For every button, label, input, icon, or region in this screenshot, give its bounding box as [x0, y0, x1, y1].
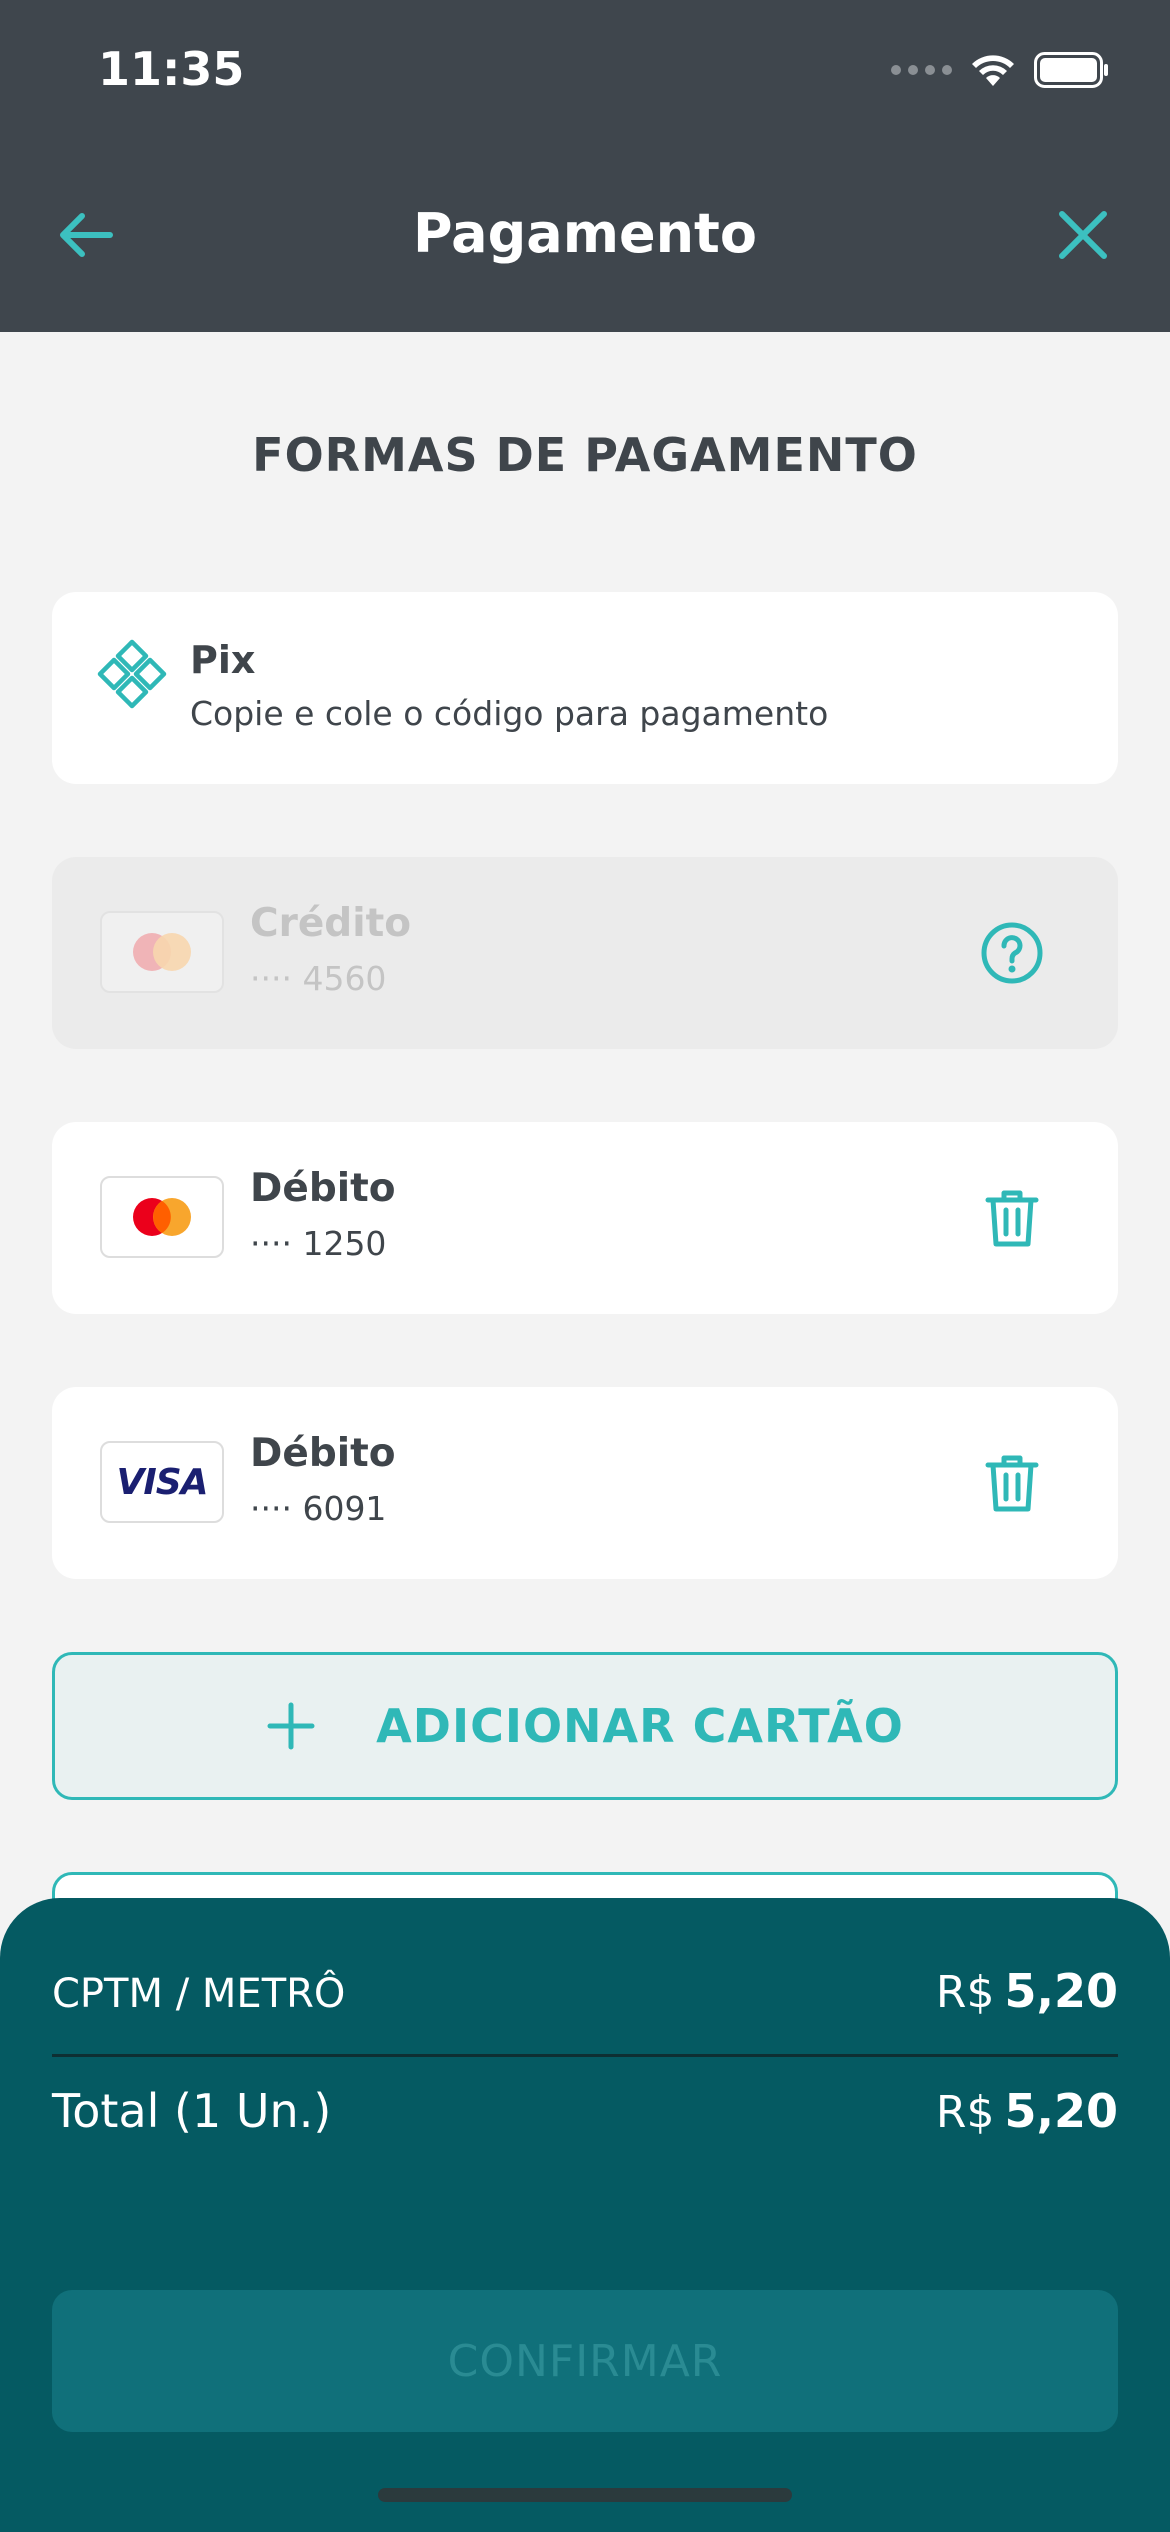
pix-option[interactable]: Pix Copie e cole o código para pagamento	[52, 592, 1118, 784]
mastercard-logo	[100, 911, 224, 993]
card-item[interactable]: Crédito ···· 4560	[52, 857, 1118, 1049]
mastercard-icon	[133, 1198, 191, 1236]
currency-symbol: R$	[935, 2087, 995, 2138]
section-title: FORMAS DE PAGAMENTO	[252, 428, 918, 482]
card-item[interactable]: Débito ···· 1250	[52, 1122, 1118, 1314]
help-icon[interactable]	[978, 919, 1046, 987]
summary-total-label: Total (1 Un.)	[52, 2084, 332, 2138]
home-indicator	[378, 2488, 792, 2502]
card-number: ···· 1250	[250, 1224, 387, 1263]
summary-total-price: R$ 5,20	[936, 2084, 1118, 2138]
card-number: ···· 6091	[250, 1489, 387, 1528]
visa-brand-text: VISA	[116, 1461, 208, 1503]
nav-row: Pagamento	[0, 190, 1170, 280]
mastercard-icon	[133, 933, 191, 971]
status-icons	[891, 52, 1110, 88]
card-type: Débito	[250, 1431, 396, 1476]
currency-symbol: R$	[935, 1967, 995, 2018]
status-time: 11:35	[98, 42, 245, 96]
divider	[52, 2054, 1118, 2057]
summary-item-label: CPTM / METRÔ	[52, 1971, 346, 2017]
order-summary-sheet: CPTM / METRÔ R$ 5,20 Total (1 Un.) R$ 5,20…	[0, 1898, 1170, 2532]
trash-icon[interactable]	[978, 1449, 1046, 1517]
pix-title: Pix	[190, 638, 256, 682]
wifi-icon	[972, 55, 1014, 86]
item-amount: 5,20	[1004, 1964, 1119, 2018]
summary-item-row: CPTM / METRÔ R$ 5,20	[52, 1964, 1118, 2018]
header-bar: 11:35 Pagamento	[0, 0, 1170, 332]
card-item[interactable]: VISA Débito ···· 6091	[52, 1387, 1118, 1579]
close-icon	[1059, 211, 1107, 259]
summary-item-price: R$ 5,20	[936, 1964, 1118, 2018]
close-button[interactable]	[1050, 202, 1116, 268]
mastercard-logo	[100, 1176, 224, 1258]
plus-icon	[267, 1702, 315, 1750]
card-number: ···· 4560	[250, 959, 387, 998]
add-card-label: ADICIONAR CARTÃO	[376, 1699, 904, 1753]
card-type: Crédito	[250, 901, 412, 946]
page-title: Pagamento	[413, 202, 757, 265]
pix-icon	[97, 639, 167, 709]
pix-subtitle: Copie e cole o código para pagamento	[190, 694, 829, 733]
signal-icon	[891, 65, 952, 75]
add-card-button[interactable]: ADICIONAR CARTÃO	[52, 1652, 1118, 1800]
trash-icon[interactable]	[978, 1184, 1046, 1252]
confirm-button[interactable]: CONFIRMAR	[52, 2290, 1118, 2432]
card-type: Débito	[250, 1166, 396, 1211]
battery-icon	[1034, 52, 1108, 88]
total-amount: 5,20	[1004, 2084, 1119, 2138]
visa-logo: VISA	[100, 1441, 224, 1523]
summary-total-row: Total (1 Un.) R$ 5,20	[52, 2084, 1118, 2138]
